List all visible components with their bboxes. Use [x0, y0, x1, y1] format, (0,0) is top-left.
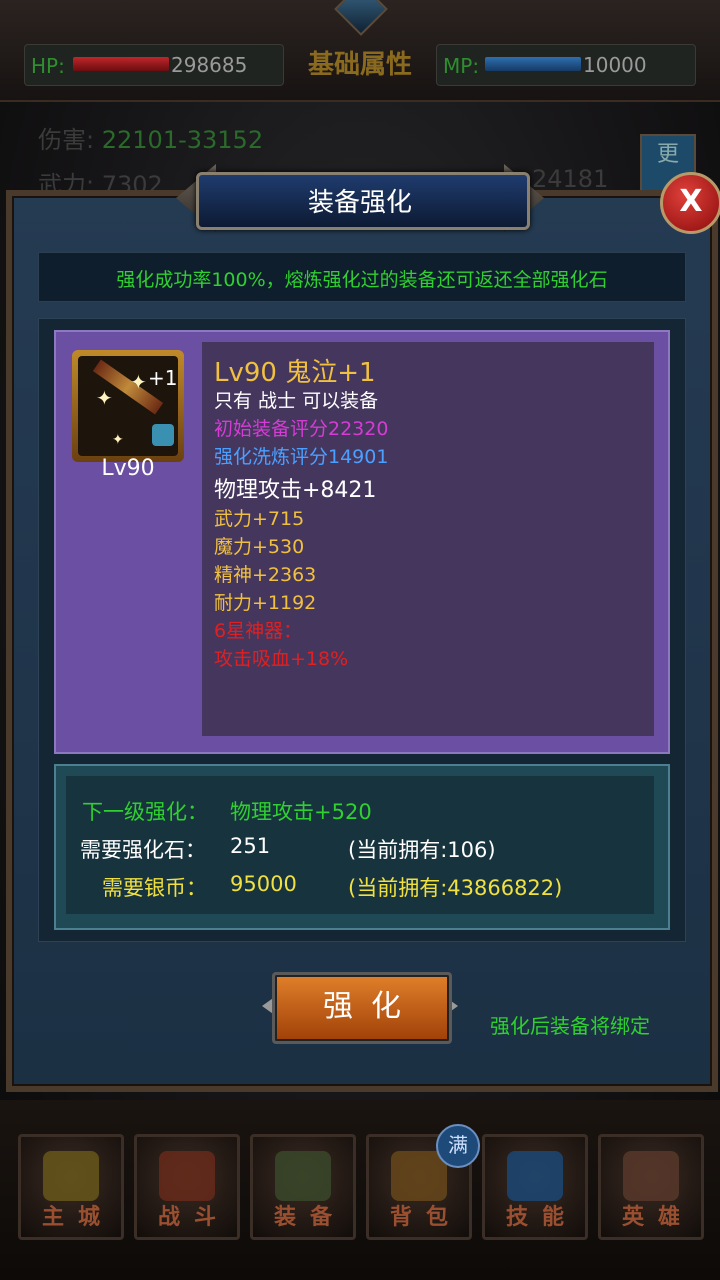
- dialog-title-plate: 装备强化: [176, 160, 544, 236]
- item-restriction: 只有 战士 可以装备: [214, 390, 379, 412]
- enhance-button[interactable]: 强化: [272, 972, 452, 1044]
- enhance-button-wrap: 强化: [262, 970, 458, 1044]
- hp-bar: [73, 57, 169, 71]
- dialog-title: 装备强化: [307, 188, 412, 218]
- sparkle-icon: ✦: [112, 432, 124, 448]
- damage-label: 伤害:: [38, 126, 95, 154]
- hp-value: 298685: [171, 53, 248, 77]
- item-icon-level: Lv90: [101, 456, 155, 481]
- hero-portrait-icon: [623, 1151, 679, 1201]
- item-enhance-level: +1: [148, 366, 178, 390]
- attr-wuli: 武力+715: [214, 508, 305, 530]
- nav-equipment[interactable]: 装备: [250, 1134, 356, 1240]
- nav-label: 英雄: [621, 1205, 694, 1230]
- stone-label: 需要强化石：: [80, 838, 206, 862]
- attr-moli: 魔力+530: [214, 536, 305, 558]
- lock-icon: [152, 424, 174, 446]
- battle-icon: [159, 1151, 215, 1201]
- nav-main-city[interactable]: 主城: [18, 1134, 124, 1240]
- nav-label: 主城: [41, 1205, 114, 1230]
- hp-display: HP: 298685: [24, 44, 284, 86]
- next-level-value: 物理攻击+520: [230, 800, 372, 824]
- hp-label: HP:: [31, 54, 65, 78]
- sparkle-icon: ✦: [130, 370, 147, 394]
- silver-label: 需要银币：: [102, 876, 207, 900]
- mp-value: 10000: [583, 53, 647, 77]
- next-level-label: 下一级强化：: [82, 800, 208, 824]
- silver-required: 95000: [230, 872, 297, 896]
- nav-label: 背包: [389, 1205, 462, 1230]
- top-gem-ornament: [334, 0, 388, 36]
- nav-label: 战斗: [157, 1205, 230, 1230]
- page-title: 基础属性: [307, 50, 412, 80]
- damage-value: 22101-33152: [101, 126, 264, 154]
- success-rate-notice: 强化成功率100%，熔炼强化过的装备还可返还全部强化石: [38, 252, 686, 302]
- nav-skills[interactable]: 技能: [482, 1134, 588, 1240]
- base-score: 初始装备评分22320: [214, 418, 389, 440]
- bind-note: 强化后装备将绑定: [490, 1014, 650, 1038]
- stone-required: 251: [230, 834, 271, 858]
- enhance-score: 强化洗炼评分14901: [214, 446, 389, 468]
- artifact-title: 6星神器：: [214, 620, 303, 642]
- city-icon: [43, 1151, 99, 1201]
- attr-jingshen: 精神+2363: [214, 564, 317, 586]
- damage-stat: 伤害: 22101-33152: [38, 120, 263, 155]
- artifact-effect: 攻击吸血+18%: [214, 648, 349, 670]
- skill-book-icon: [507, 1151, 563, 1201]
- equipment-icon: [275, 1151, 331, 1201]
- top-stat-bar: HP: 298685 基础属性 MP: 10000: [0, 0, 720, 102]
- nav-battle[interactable]: 战斗: [134, 1134, 240, 1240]
- sparkle-icon: ✦: [96, 386, 113, 410]
- notice-text: 强化成功率100%，熔炼强化过的装备还可返还全部强化石: [116, 269, 608, 291]
- bag-icon: [391, 1151, 447, 1201]
- attr-naili: 耐力+1192: [214, 592, 317, 614]
- item-name: Lv90 鬼泣+1: [214, 358, 376, 388]
- mp-bar: [485, 57, 581, 71]
- stone-owned: (当前拥有:106): [348, 838, 496, 862]
- nav-hero[interactable]: 英雄: [598, 1134, 704, 1240]
- mp-label: MP:: [443, 54, 480, 78]
- close-button[interactable]: X: [660, 172, 720, 234]
- bag-full-badge: 满: [436, 1124, 480, 1168]
- main-attribute: 物理攻击+8421: [214, 478, 377, 503]
- nav-label: 装备: [273, 1205, 346, 1230]
- mp-display: MP: 10000: [436, 44, 696, 86]
- silver-owned: (当前拥有:43866822): [348, 876, 563, 900]
- nav-label: 技能: [505, 1205, 578, 1230]
